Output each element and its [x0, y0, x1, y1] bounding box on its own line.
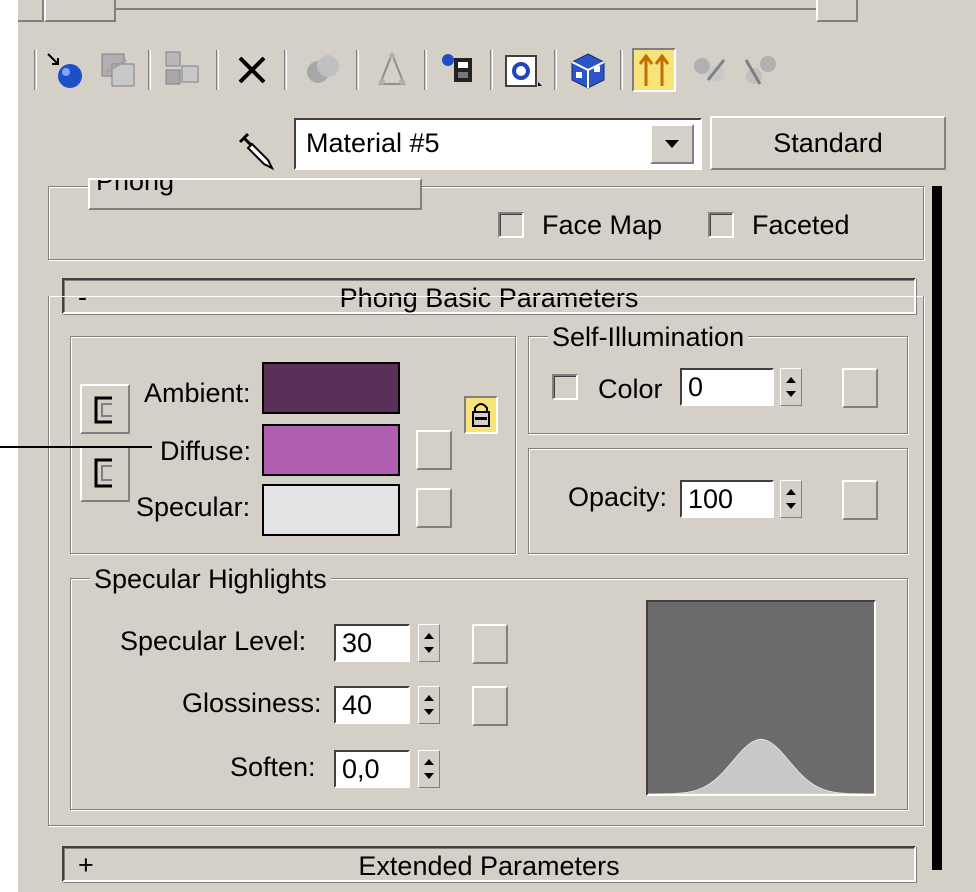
put-to-library-icon[interactable] — [370, 48, 414, 92]
put-to-scene-icon[interactable] — [96, 48, 140, 92]
go-forward-to-sibling-icon[interactable] — [688, 48, 732, 92]
soften-spinner[interactable] — [418, 750, 440, 788]
material-type-label: Standard — [773, 128, 883, 158]
diffuse-color-swatch[interactable] — [262, 424, 400, 476]
go-to-parent-icon[interactable] — [632, 48, 676, 92]
toolbar-separator — [216, 50, 219, 90]
material-name-field[interactable]: Material #5 — [294, 118, 702, 170]
self-illum-color-checkbox[interactable] — [552, 374, 578, 400]
faceted-label: Faceted — [752, 210, 850, 240]
get-material-icon[interactable] — [44, 48, 88, 92]
self-illum-color-label: Color — [598, 374, 663, 404]
toolbar-separator — [424, 50, 427, 90]
lock-toggle[interactable] — [464, 396, 498, 434]
sample-slot-border — [116, 8, 816, 10]
face-map-checkbox[interactable] — [498, 212, 524, 238]
shader-type-dropdown[interactable]: Phong — [88, 178, 422, 210]
specular-level-spinner[interactable] — [418, 624, 440, 662]
glossiness-value: 40 — [342, 690, 373, 720]
soften-label: Soften: — [230, 752, 316, 782]
glossiness-map-button[interactable] — [472, 686, 508, 726]
self-illum-value: 0 — [688, 372, 704, 402]
toolbar-separator — [284, 50, 287, 90]
sample-slot-edge-right — [816, 0, 858, 22]
specular-label: Specular: — [136, 492, 251, 522]
material-type-button[interactable]: Standard — [710, 116, 946, 170]
toolbar-separator — [148, 50, 151, 90]
lock-diffuse-specular-map-button[interactable] — [80, 446, 130, 502]
lock-bracket-icon — [94, 458, 112, 488]
chevron-down-icon — [665, 140, 679, 148]
ambient-color-swatch[interactable] — [262, 362, 400, 414]
material-name-dropdown-button[interactable] — [650, 124, 694, 164]
toolbar-separator — [620, 50, 623, 90]
glossiness-label: Glossiness: — [182, 688, 322, 718]
glossiness-spinner[interactable] — [418, 686, 440, 724]
specular-highlights-title: Specular Highlights — [90, 566, 331, 593]
opacity-value-field[interactable]: 100 — [680, 480, 774, 518]
toolbar-separator — [490, 50, 493, 90]
specular-level-field[interactable]: 30 — [334, 624, 410, 662]
diffuse-map-button[interactable] — [416, 430, 452, 470]
material-effects-channel-icon[interactable] — [436, 48, 480, 92]
show-map-in-viewport-icon[interactable] — [500, 48, 544, 92]
make-unique-icon[interactable] — [300, 48, 344, 92]
assign-to-selection-icon[interactable] — [160, 48, 204, 92]
panel-scrollbar[interactable] — [932, 186, 942, 770]
specular-level-map-button[interactable] — [472, 624, 508, 664]
highlight-curve-preview — [646, 600, 876, 796]
show-end-result-icon[interactable] — [566, 48, 610, 92]
opacity-label: Opacity: — [568, 482, 668, 512]
self-illum-spinner[interactable] — [780, 368, 802, 406]
opacity-value: 100 — [688, 484, 734, 514]
soften-field[interactable]: 0,0 — [334, 750, 410, 788]
lock-ambient-diffuse-map-button[interactable] — [80, 384, 130, 434]
self-illumination-title: Self-Illumination — [548, 324, 749, 351]
sample-slot-edge — [44, 0, 116, 22]
material-name-text: Material #5 — [306, 128, 440, 158]
callout-line — [0, 446, 152, 448]
lock-bracket-icon — [94, 396, 112, 424]
extended-rollout-title: Extended Parameters — [358, 851, 620, 881]
glossiness-field[interactable]: 40 — [334, 686, 410, 724]
self-illum-map-button[interactable] — [842, 368, 878, 408]
reset-map-icon[interactable] — [230, 48, 274, 92]
specular-color-swatch[interactable] — [262, 484, 400, 536]
highlight-curve-graph — [648, 602, 874, 795]
toolbar-separator — [34, 50, 37, 90]
specular-map-button[interactable] — [416, 488, 452, 528]
opacity-map-button[interactable] — [842, 480, 878, 520]
shader-type-text: Phong — [96, 178, 175, 196]
opacity-spinner[interactable] — [780, 480, 802, 518]
face-map-label: Face Map — [542, 210, 663, 240]
select-by-material-icon[interactable] — [740, 48, 784, 92]
panel-scrollbar-track[interactable] — [932, 770, 942, 870]
soften-value: 0,0 — [342, 754, 380, 784]
toolbar-separator — [356, 50, 359, 90]
sample-slot-edge-left — [18, 0, 44, 22]
material-editor-panel: Material #5 Standard Phong Face Map Face… — [0, 0, 976, 892]
specular-level-value: 30 — [342, 628, 373, 658]
ambient-label: Ambient: — [144, 378, 251, 408]
diffuse-label: Diffuse: — [160, 436, 252, 466]
toolbar-separator — [554, 50, 557, 90]
extended-parameters-rollout[interactable]: + Extended Parameters — [62, 846, 916, 882]
specular-level-label: Specular Level: — [120, 626, 307, 656]
eyedropper-icon[interactable] — [236, 130, 282, 176]
self-illum-value-field[interactable]: 0 — [680, 368, 774, 406]
padlock-icon — [472, 403, 490, 427]
faceted-checkbox[interactable] — [708, 212, 734, 238]
